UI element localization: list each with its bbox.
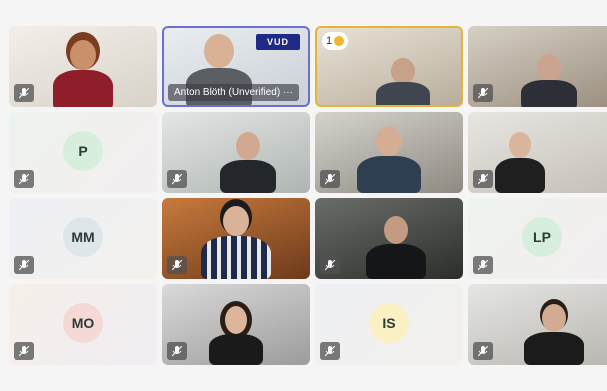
participant-name-label: Anton Blöth (Unverified) ··· bbox=[168, 84, 299, 101]
participant-video-1 bbox=[53, 40, 113, 107]
participant-avatar: MM bbox=[63, 216, 103, 257]
participant-tile-13[interactable]: MO bbox=[9, 284, 157, 365]
reaction-badge: 1 bbox=[322, 32, 349, 50]
video-grid: VUD Anton Blöth (Unverified) ··· 1 P MM … bbox=[9, 26, 607, 366]
participant-video-10 bbox=[201, 206, 271, 279]
microphone-muted-icon bbox=[473, 256, 493, 274]
participant-video-11 bbox=[366, 216, 427, 279]
participant-tile-7[interactable] bbox=[315, 112, 463, 193]
participant-video-14 bbox=[209, 306, 263, 365]
microphone-muted-icon bbox=[473, 84, 493, 102]
participant-tile-2[interactable]: VUD Anton Blöth (Unverified) ··· bbox=[162, 26, 310, 107]
participant-tile-3[interactable]: 1 bbox=[315, 26, 463, 107]
participant-avatar: P bbox=[63, 130, 103, 171]
microphone-muted-icon bbox=[320, 170, 340, 188]
participant-tile-12[interactable]: LP bbox=[468, 198, 607, 279]
microphone-muted-icon bbox=[320, 256, 340, 274]
microphone-muted-icon bbox=[167, 256, 187, 274]
microphone-muted-icon bbox=[473, 170, 493, 188]
participant-video-3 bbox=[376, 58, 431, 105]
participant-tile-11[interactable] bbox=[315, 198, 463, 279]
participant-tile-1[interactable] bbox=[9, 26, 157, 107]
microphone-muted-icon bbox=[14, 256, 34, 274]
participant-tile-9[interactable]: MM bbox=[9, 198, 157, 279]
participant-video-6 bbox=[219, 132, 276, 193]
participant-video-7 bbox=[357, 126, 421, 193]
participant-avatar: LP bbox=[522, 216, 562, 257]
organization-logo: VUD bbox=[256, 34, 300, 50]
participant-name: Anton Blöth (Unverified) bbox=[174, 87, 281, 98]
microphone-muted-icon bbox=[167, 170, 187, 188]
reaction-count: 1 bbox=[326, 35, 333, 47]
participant-video-8 bbox=[494, 132, 545, 193]
participant-tile-15[interactable]: IS bbox=[315, 284, 463, 365]
participant-tile-10[interactable] bbox=[162, 198, 310, 279]
microphone-muted-icon bbox=[14, 84, 34, 102]
participant-tile-8[interactable] bbox=[468, 112, 607, 193]
microphone-muted-icon bbox=[14, 342, 34, 360]
participant-avatar: MO bbox=[63, 302, 103, 343]
participant-video-16 bbox=[523, 304, 584, 365]
more-options-icon[interactable]: ··· bbox=[283, 87, 293, 98]
raised-hand-icon bbox=[334, 36, 345, 46]
participant-tile-5[interactable]: P bbox=[9, 112, 157, 193]
participant-tile-14[interactable] bbox=[162, 284, 310, 365]
participant-video-4 bbox=[521, 54, 578, 107]
participant-tile-16[interactable] bbox=[468, 284, 607, 365]
microphone-muted-icon bbox=[320, 342, 340, 360]
participant-tile-6[interactable] bbox=[162, 112, 310, 193]
participant-avatar: IS bbox=[369, 302, 409, 343]
microphone-muted-icon bbox=[167, 342, 187, 360]
microphone-muted-icon bbox=[473, 342, 493, 360]
microphone-muted-icon bbox=[14, 170, 34, 188]
participant-tile-4[interactable] bbox=[468, 26, 607, 107]
